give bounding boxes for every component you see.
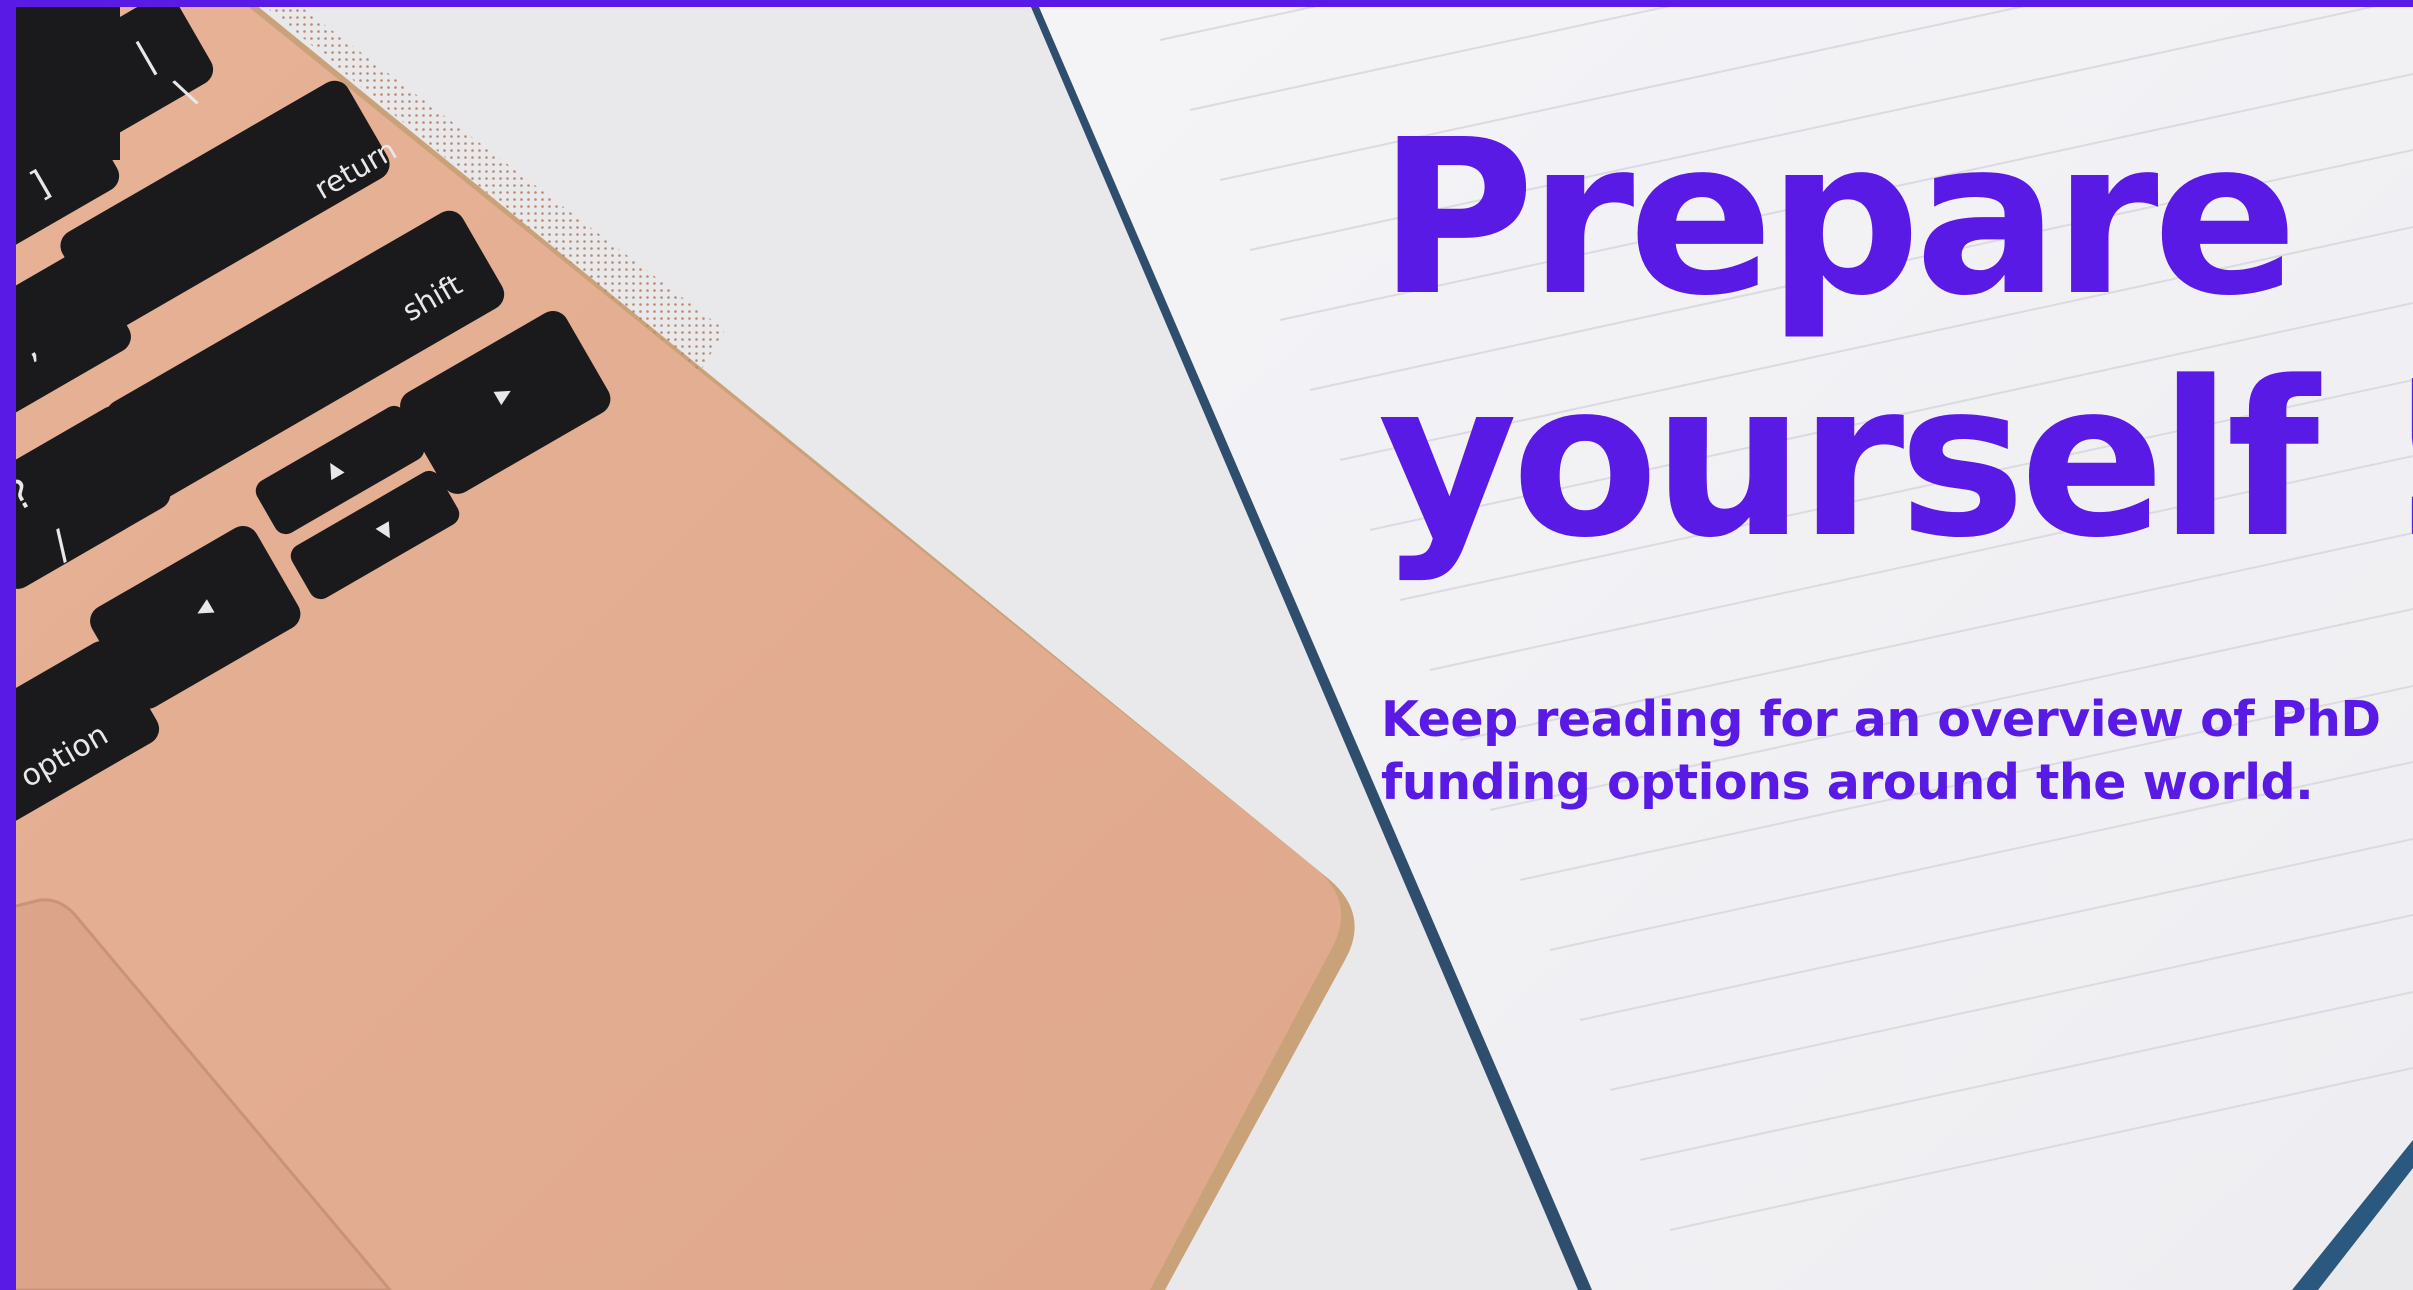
title-line-2: yourself ! — [1378, 336, 2413, 585]
subtitle-line-2: funding options around the world. — [1381, 754, 2314, 811]
accent-border-left — [0, 0, 16, 1290]
slide: return shift option ? / \ | ] , ▲ ▼ ◀ ▶ … — [0, 0, 2413, 1290]
subtitle-line-1: Keep reading for an overview of PhD — [1381, 691, 2381, 748]
title-line-1: Prepare — [1378, 94, 2298, 343]
page-title: Prepare yourself ! — [1378, 98, 2413, 582]
subtitle: Keep reading for an overview of PhD fund… — [1381, 688, 2411, 814]
accent-border-top — [0, 0, 2413, 7]
